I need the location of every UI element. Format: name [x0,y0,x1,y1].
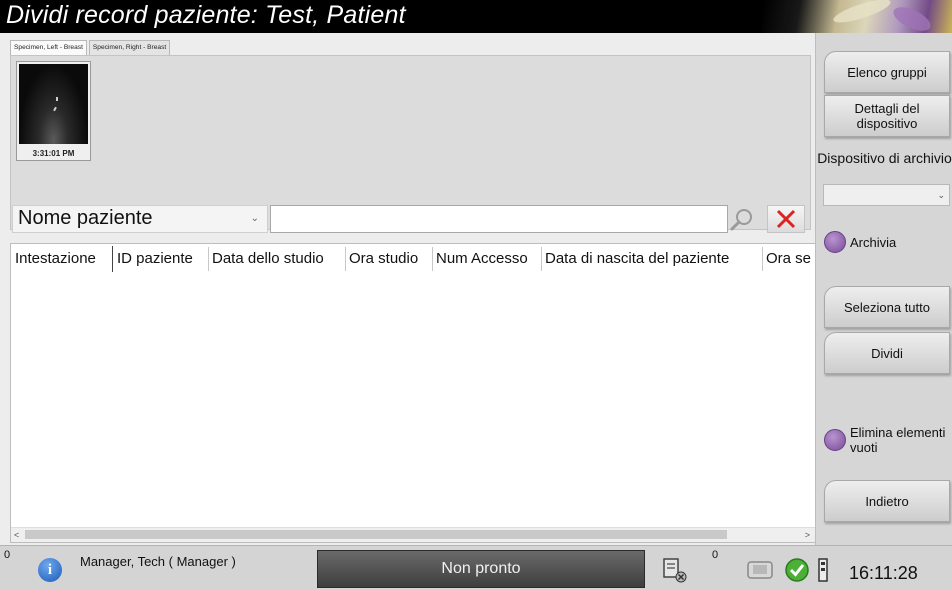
status-bar: 0 i Manager, Tech ( Manager ) Non pronto… [0,545,952,590]
title-bar: Dividi record paziente: Test, Patient [0,0,952,36]
specimen-image [19,64,88,144]
col-intestazione[interactable]: Intestazione [11,244,111,274]
search-button[interactable] [722,205,760,233]
archive-device-dropdown[interactable]: ⌄ [823,184,950,206]
search-field-dropdown[interactable]: Nome paziente ⌄ [12,205,268,233]
results-table[interactable]: Intestazione ID paziente Data dello stud… [10,243,816,543]
red-x-icon [776,209,796,229]
chevron-down-icon: ⌄ [250,213,259,224]
queue-count: 0 [712,549,719,561]
horizontal-scrollbar[interactable]: < > [11,527,815,542]
archive-queue-icon[interactable] [742,556,778,584]
scrollbar-thumb[interactable] [25,530,727,539]
remove-empty-dot-icon [824,429,846,451]
current-user[interactable]: Manager, Tech ( Manager ) [80,554,236,569]
remove-empty-label: Elimina elementi vuoti [850,425,946,455]
select-all-button[interactable]: Seleziona tutto [824,286,950,328]
thumbnail-time: 3:31:01 PM [32,149,75,158]
search-input[interactable] [270,205,728,233]
thumbnail-panel: 3:31:01 PM [10,55,811,230]
system-status: Non pronto [317,550,645,588]
brand-flower-image [762,0,952,36]
scroll-right-icon[interactable]: > [805,528,810,542]
col-ora-serie[interactable]: Ora se [762,244,812,274]
clear-search-button[interactable] [767,205,805,233]
main-panel: Specimen, Left - Breast Specimen, Right … [0,33,816,545]
status-left-count: 0 [4,549,11,561]
disk-status-icon[interactable] [815,556,831,584]
col-id-paziente[interactable]: ID paziente [113,244,209,274]
split-button[interactable]: Dividi [824,332,950,374]
group-list-label: Elenco gruppi [847,64,927,80]
back-label: Indietro [865,493,909,509]
col-data-studio[interactable]: Data dello studio [208,244,346,274]
search-row: Nome paziente ⌄ [12,205,812,235]
action-sidebar: Elenco gruppi Dettagli del dispositivo D… [815,33,952,545]
archive-dot-icon [824,231,846,253]
device-details-label: Dettagli del dispositivo [854,101,920,131]
chevron-down-icon: ⌄ [937,190,945,200]
col-num-accesso[interactable]: Num Accesso [432,244,542,274]
archive-label: Archivia [850,234,897,250]
split-label: Dividi [871,345,903,361]
select-all-label: Seleziona tutto [843,299,930,315]
printer-error-icon[interactable] [660,556,688,584]
device-details-button[interactable]: Dettagli del dispositivo [824,95,950,137]
window-title: Dividi record paziente: Test, Patient [6,1,406,29]
system-status-text: Non pronto [441,560,521,577]
scroll-left-icon[interactable]: < [14,528,19,542]
group-list-button[interactable]: Elenco gruppi [824,51,950,93]
ok-check-icon[interactable] [783,556,811,584]
back-button[interactable]: Indietro [824,480,950,522]
col-ora-studio[interactable]: Ora studio [345,244,433,274]
search-field-value: Nome paziente [18,207,153,229]
clock: 16:11:28 [849,563,918,583]
col-data-nascita[interactable]: Data di nascita del paziente [541,244,763,274]
specimen-tabs: Specimen, Left - Breast Specimen, Right … [10,40,172,55]
archive-button[interactable]: Archivia [824,231,896,253]
magnifier-icon [730,209,752,231]
image-thumbnail[interactable]: 3:31:01 PM [16,61,91,161]
remove-empty-button[interactable]: Elimina elementi vuoti [824,425,950,455]
tab-specimen-right[interactable]: Specimen, Right - Breast [88,40,171,55]
info-icon[interactable]: i [38,558,62,582]
tab-specimen-left[interactable]: Specimen, Left - Breast [10,40,87,55]
archive-device-label: Dispositivo di archivio [817,150,952,166]
